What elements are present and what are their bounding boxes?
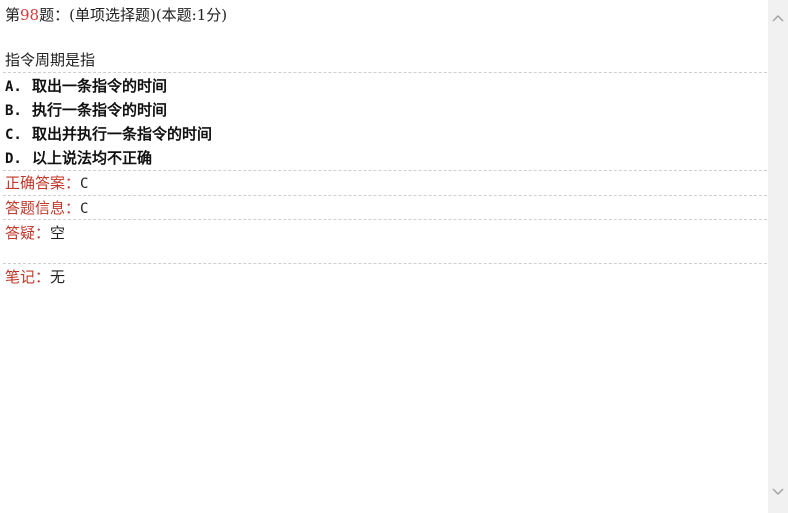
note-value: 无	[50, 268, 66, 286]
doubt-label: 答疑：	[5, 224, 51, 242]
chevron-up-icon[interactable]	[768, 10, 788, 27]
question-number: 98	[20, 6, 40, 24]
divider	[3, 219, 767, 220]
doubt-row: 答疑：空	[5, 223, 65, 243]
note-row: 笔记：无	[5, 267, 65, 287]
option-c[interactable]: C. 取出并执行一条指令的时间	[5, 124, 212, 145]
option-letter: C.	[5, 127, 22, 143]
note-label: 笔记：	[5, 268, 51, 286]
option-text: 取出并执行一条指令的时间	[32, 125, 213, 143]
option-letter: D.	[5, 151, 22, 167]
response-info-value: C	[80, 201, 89, 217]
option-b[interactable]: B. 执行一条指令的时间	[5, 100, 167, 121]
chevron-down-icon[interactable]	[768, 484, 788, 501]
option-text: 以上说法均不正确	[32, 149, 153, 167]
option-letter: B.	[5, 103, 22, 119]
question-panel: 第98题：(单项选择题)(本题:1分) 指令周期是指 A. 取出一条指令的时间 B…	[0, 0, 768, 513]
divider	[3, 170, 767, 171]
correct-answer-value: C	[80, 176, 89, 192]
divider	[3, 72, 767, 73]
option-d[interactable]: D. 以上说法均不正确	[5, 148, 152, 169]
option-text: 取出一条指令的时间	[32, 77, 168, 95]
question-header: 第98题：(单项选择题)(本题:1分)	[5, 5, 227, 25]
question-prefix: 第	[5, 6, 21, 24]
response-info-row: 答题信息：C	[5, 198, 88, 219]
question-stem: 指令周期是指	[5, 51, 96, 69]
divider	[3, 263, 767, 264]
vertical-scrollbar[interactable]	[768, 0, 788, 513]
doubt-value: 空	[50, 224, 66, 242]
correct-answer-row: 正确答案：C	[5, 173, 88, 194]
option-letter: A.	[5, 79, 22, 95]
correct-answer-label: 正确答案：	[5, 174, 81, 192]
response-info-label: 答题信息：	[5, 199, 81, 217]
option-text: 执行一条指令的时间	[32, 101, 168, 119]
option-a[interactable]: A. 取出一条指令的时间	[5, 76, 167, 97]
question-type: 题：(单项选择题)(本题:1分)	[39, 6, 228, 24]
divider	[3, 195, 767, 196]
